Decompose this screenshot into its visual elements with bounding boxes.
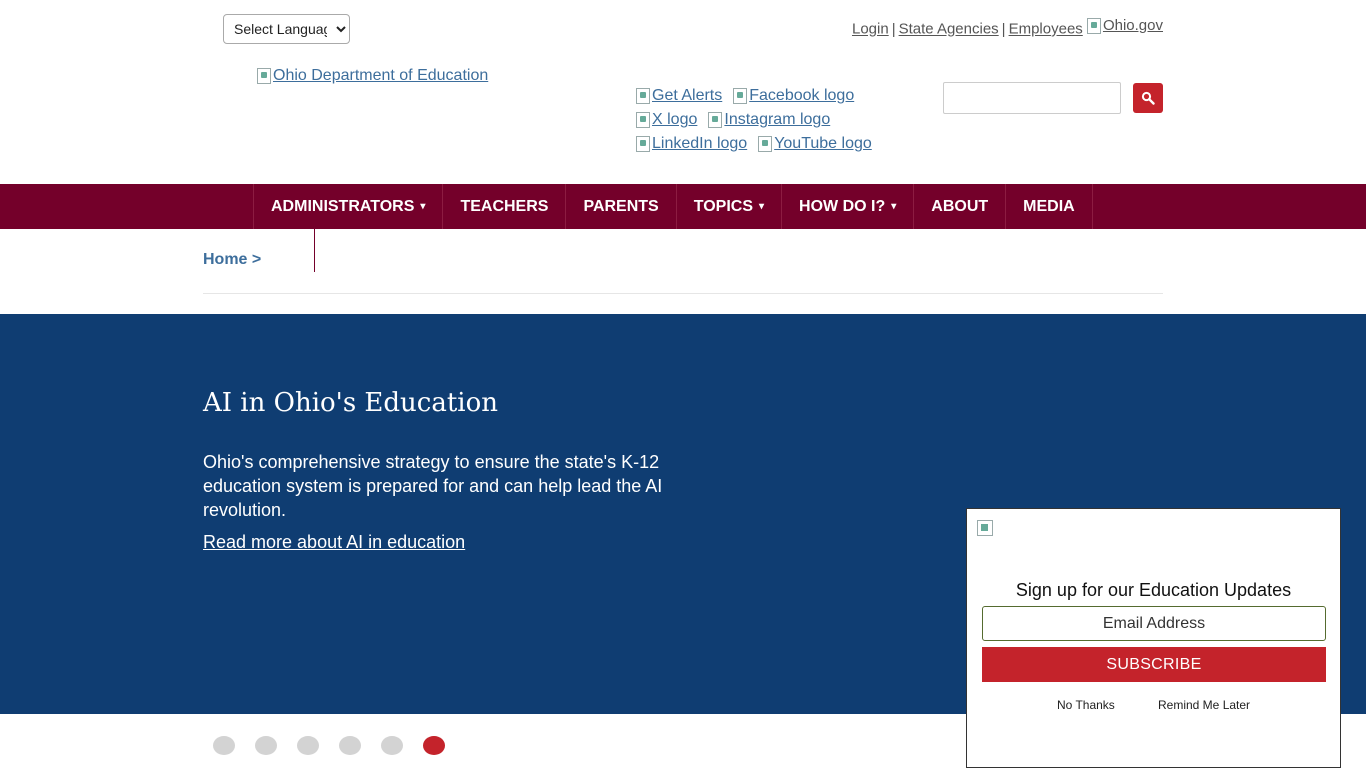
separator: | bbox=[1001, 20, 1006, 38]
ode-logo-link[interactable]: Ohio Department of Education bbox=[257, 67, 488, 85]
employees-link[interactable]: Employees bbox=[1009, 21, 1083, 38]
hero-read-more-link[interactable]: Read more about AI in education bbox=[203, 532, 465, 553]
instagram-alt: Instagram logo bbox=[724, 111, 831, 128]
youtube-link[interactable]: YouTube logo bbox=[758, 132, 872, 156]
main-nav: ADMINISTRATORS ▾ TEACHERS PARENTS TOPICS ▾… bbox=[0, 184, 1366, 229]
broken-image-icon bbox=[636, 136, 650, 152]
broken-image-icon bbox=[733, 88, 748, 104]
broken-image-icon bbox=[758, 136, 773, 152]
instagram-link[interactable]: Instagram logo bbox=[708, 108, 830, 132]
separator: | bbox=[891, 20, 896, 38]
nav-about[interactable]: ABOUT bbox=[914, 184, 1007, 229]
state-agencies-link[interactable]: State Agencies bbox=[899, 21, 999, 38]
broken-image-icon bbox=[636, 88, 650, 104]
nav-label: MEDIA bbox=[1023, 197, 1075, 215]
nav-label: PARENTS bbox=[583, 197, 659, 215]
login-link[interactable]: Login bbox=[852, 21, 889, 38]
slider-dot[interactable] bbox=[213, 736, 235, 755]
hero-description: Ohio's comprehensive strategy to ensure … bbox=[203, 452, 663, 520]
nav-label: TEACHERS bbox=[460, 197, 549, 215]
slider-dot[interactable] bbox=[381, 736, 403, 755]
nav-label: ABOUT bbox=[931, 197, 989, 215]
utility-links: Login | State Agencies | Employees Ohio.gov bbox=[852, 17, 1163, 38]
x-link[interactable]: X logo bbox=[636, 108, 697, 132]
nav-parents[interactable]: PARENTS bbox=[566, 184, 677, 229]
linkedin-alt: LinkedIn logo bbox=[652, 135, 748, 152]
divider bbox=[314, 229, 315, 272]
nav-topics[interactable]: TOPICS ▾ bbox=[677, 184, 783, 229]
language-select[interactable]: Select Language bbox=[223, 14, 350, 44]
no-thanks-link[interactable]: No Thanks bbox=[1057, 698, 1115, 712]
slider-dots bbox=[213, 736, 445, 755]
broken-image-icon bbox=[636, 112, 650, 128]
remind-later-link[interactable]: Remind Me Later bbox=[1158, 698, 1250, 712]
slider-dot[interactable] bbox=[255, 736, 277, 755]
nav-label: ADMINISTRATORS bbox=[271, 197, 415, 215]
divider bbox=[203, 293, 1163, 294]
broken-image-icon bbox=[977, 520, 993, 536]
social-links: Get Alerts Facebook logo X logo Instagra… bbox=[636, 84, 872, 156]
search-input[interactable] bbox=[943, 82, 1121, 114]
facebook-alt: Facebook logo bbox=[749, 87, 855, 104]
subscribe-button[interactable]: SUBSCRIBE bbox=[982, 647, 1326, 682]
ohio-gov-link[interactable]: Ohio.gov bbox=[1086, 17, 1163, 34]
slider-dot-active[interactable] bbox=[423, 736, 445, 755]
logo-alt-text: Ohio Department of Education bbox=[273, 67, 489, 84]
caret-down-icon: ▾ bbox=[759, 201, 765, 212]
breadcrumb-home[interactable]: Home > bbox=[203, 251, 261, 269]
nav-media[interactable]: MEDIA bbox=[1006, 184, 1093, 229]
get-alerts-link[interactable]: Get Alerts bbox=[636, 84, 722, 108]
nav-administrators[interactable]: ADMINISTRATORS ▾ bbox=[254, 184, 444, 229]
signup-popup: Sign up for our Education Updates SUBSCR… bbox=[966, 508, 1341, 768]
facebook-link[interactable]: Facebook logo bbox=[733, 84, 854, 108]
get-alerts-alt: Get Alerts bbox=[652, 87, 723, 104]
search-button[interactable] bbox=[1133, 83, 1163, 113]
popup-title: Sign up for our Education Updates bbox=[1015, 580, 1292, 600]
ohio-gov-alt: Ohio.gov bbox=[1102, 17, 1163, 34]
caret-down-icon: ▾ bbox=[891, 201, 897, 212]
caret-down-icon: ▾ bbox=[420, 201, 426, 212]
nav-label: HOW DO I? bbox=[799, 197, 886, 215]
x-alt: X logo bbox=[652, 111, 698, 128]
broken-image-icon bbox=[1086, 17, 1101, 34]
hero-title: AI in Ohio's Education bbox=[203, 388, 499, 418]
nav-label: TOPICS bbox=[693, 197, 753, 215]
search-icon bbox=[1141, 91, 1155, 105]
slider-dot[interactable] bbox=[297, 736, 319, 755]
nav-teachers[interactable]: TEACHERS bbox=[443, 184, 567, 229]
linkedin-link[interactable]: LinkedIn logo bbox=[636, 132, 747, 156]
broken-image-icon bbox=[708, 112, 723, 128]
broken-image-icon bbox=[257, 68, 271, 84]
youtube-alt: YouTube logo bbox=[774, 135, 872, 152]
nav-how-do-i[interactable]: HOW DO I? ▾ bbox=[782, 184, 915, 229]
email-field[interactable] bbox=[982, 606, 1326, 641]
slider-dot[interactable] bbox=[339, 736, 361, 755]
